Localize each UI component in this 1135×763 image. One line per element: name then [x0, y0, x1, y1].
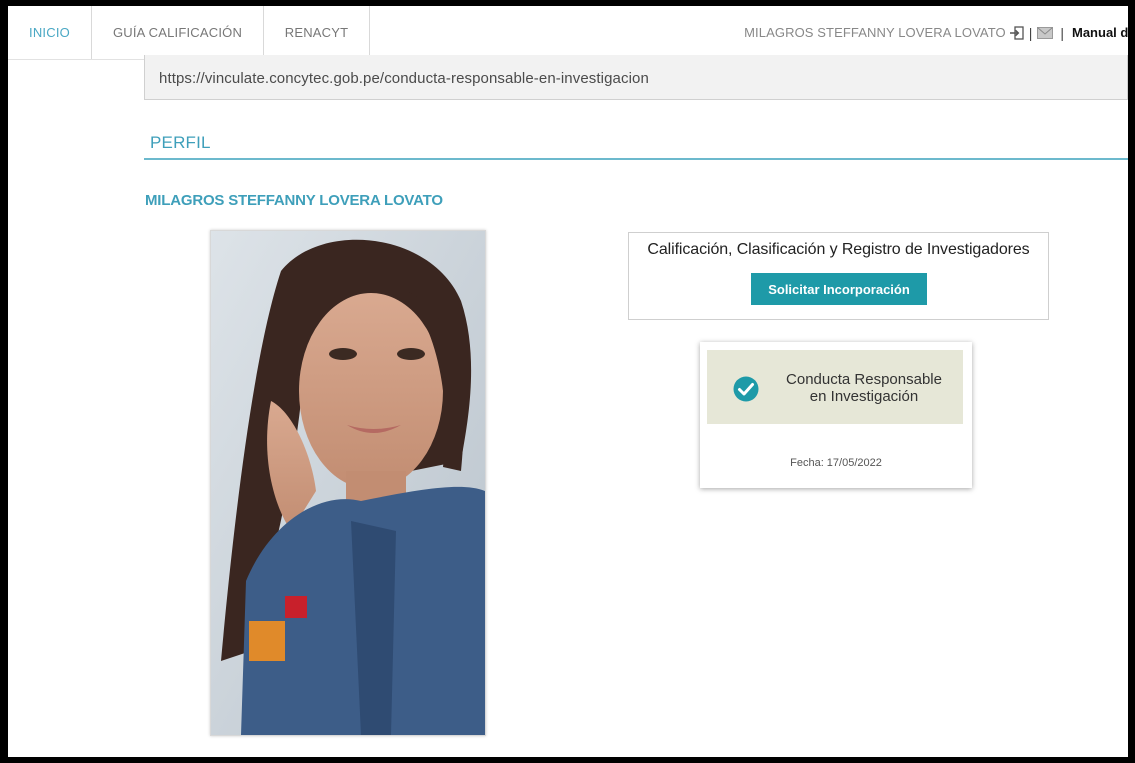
user-name[interactable]: MILAGROS STEFFANNY LOVERA LOVATO [744, 25, 1006, 40]
conducta-badge: Conducta Responsable en Investigación [707, 350, 963, 424]
url-box: https://vinculate.concytec.gob.pe/conduc… [144, 55, 1128, 100]
tab-renacyt[interactable]: RENACYT [264, 6, 370, 59]
conducta-fecha: Fecha: 17/05/2022 [790, 457, 882, 469]
manual-link[interactable]: Manual d [1072, 25, 1128, 40]
solicitar-incorporacion-button[interactable]: Solicitar Incorporación [751, 273, 927, 305]
conducta-label: Conducta Responsable en Investigación [769, 371, 959, 405]
conducta-line-1: Conducta Responsable [786, 371, 942, 388]
profile-photo-image [211, 231, 485, 735]
tab-guia-calificacion[interactable]: GUÍA CALIFICACIÓN [92, 6, 264, 59]
calificacion-box: Calificación, Clasificación y Registro d… [628, 232, 1049, 320]
conducta-line-2: en Investigación [809, 388, 919, 405]
user-area: MILAGROS STEFFANNY LOVERA LOVATO | | Man… [744, 6, 1128, 59]
tab-inicio[interactable]: INICIO [8, 6, 92, 59]
browser-frame: INICIO GUÍA CALIFICACIÓN RENACYT MILAGRO… [0, 0, 1135, 763]
profile-photo [210, 230, 486, 736]
check-circle-icon [733, 376, 759, 402]
calificacion-title: Calificación, Clasificación y Registro d… [647, 241, 1030, 258]
conducta-url[interactable]: https://vinculate.concytec.gob.pe/conduc… [159, 70, 649, 87]
top-nav: INICIO GUÍA CALIFICACIÓN RENACYT MILAGRO… [8, 6, 1128, 60]
separator: | [1028, 24, 1033, 41]
separator-2: | [1060, 24, 1064, 41]
perfil-divider [144, 158, 1128, 160]
conducta-responsable-card[interactable]: Conducta Responsable en Investigación Fe… [700, 342, 972, 488]
logout-icon[interactable] [1009, 25, 1024, 40]
profile-name: MILAGROS STEFFANNY LOVERA LOVATO [145, 192, 443, 209]
mail-icon[interactable] [1037, 26, 1054, 39]
perfil-section-title: PERFIL [150, 133, 211, 152]
